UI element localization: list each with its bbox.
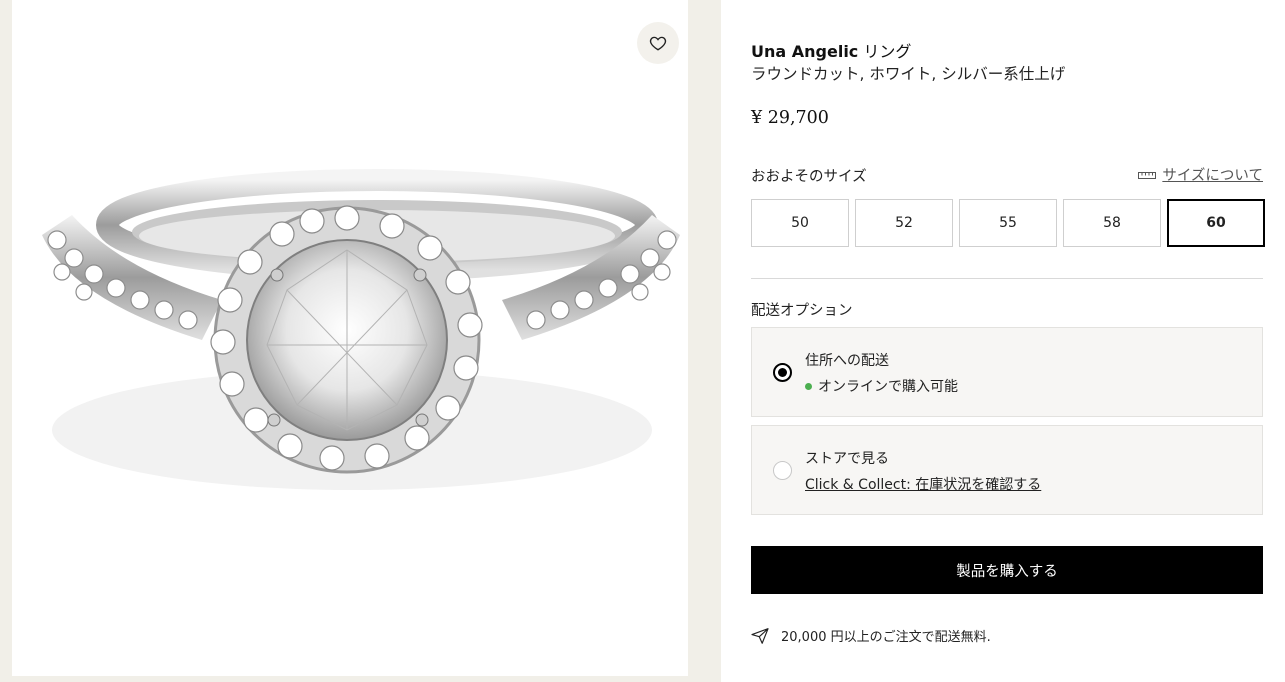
product-title: Una Angelic リング [751, 40, 911, 63]
store-pickup-sub: Click & Collect: 在庫状況を確認する [805, 474, 1041, 494]
home-delivery-status-text: オンラインで購入可能 [818, 379, 958, 395]
ruler-icon [1138, 171, 1157, 179]
size-guide-label: サイズについて [1162, 168, 1263, 184]
product-name-suffix: リング [863, 42, 912, 61]
buy-button[interactable]: 製品を購入する [751, 546, 1263, 594]
size-selector: 50 52 55 58 60 [751, 199, 1265, 247]
size-option-58[interactable]: 58 [1063, 199, 1161, 247]
product-details-panel: Una Angelic リング ラウンドカット, ホワイト, シルバー系仕上げ … [721, 0, 1285, 682]
heart-icon [649, 36, 667, 51]
shipping-option-home[interactable]: 住所への配送 オンラインで購入可能 [751, 327, 1263, 417]
radio-store-pickup[interactable] [773, 461, 792, 480]
product-subtitle: ラウンドカット, ホワイト, シルバー系仕上げ [751, 65, 1066, 83]
home-delivery-status: オンラインで購入可能 [805, 376, 958, 396]
radio-home-delivery[interactable] [773, 363, 792, 382]
free-shipping-text: 20,000 円以上のご注文で配送無料. [781, 630, 991, 645]
store-pickup-title: ストアで見る [805, 451, 889, 467]
divider [751, 278, 1263, 279]
size-option-55[interactable]: 55 [959, 199, 1057, 247]
click-collect-link[interactable]: Click & Collect: 在庫状況を確認する [805, 474, 1041, 494]
product-brand-name: Una Angelic [751, 42, 859, 61]
wishlist-button[interactable] [637, 22, 679, 64]
paper-plane-icon [751, 627, 769, 644]
home-delivery-title: 住所への配送 [805, 353, 889, 369]
shipping-options-label: 配送オプション [751, 303, 853, 319]
product-price: ¥ 29,700 [751, 108, 829, 128]
product-image-gallery [12, 0, 688, 676]
product-image [42, 169, 680, 490]
free-shipping-note: 20,000 円以上のご注文で配送無料. [751, 626, 991, 645]
size-option-52[interactable]: 52 [855, 199, 953, 247]
size-guide-link[interactable]: サイズについて [1138, 164, 1263, 185]
availability-dot-icon [805, 382, 812, 390]
size-label: おおよそのサイズ [751, 169, 867, 185]
size-option-50[interactable]: 50 [751, 199, 849, 247]
size-option-60[interactable]: 60 [1167, 199, 1265, 247]
shipping-option-store[interactable]: ストアで見る Click & Collect: 在庫状況を確認する [751, 425, 1263, 515]
